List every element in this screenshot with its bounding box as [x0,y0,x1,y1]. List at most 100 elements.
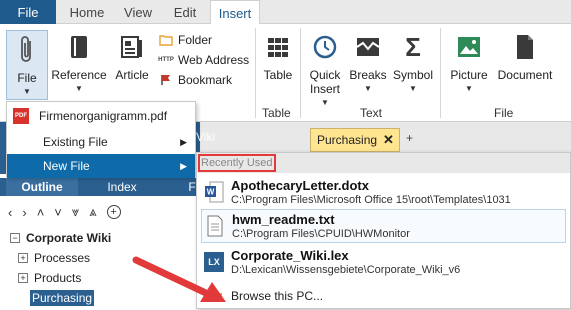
reference-button[interactable]: Reference ▼ [51,32,107,96]
tree-item-label: Purchasing [30,290,95,306]
table-button[interactable]: Table [260,32,296,82]
tree-item-label: Processes [34,251,91,265]
recent-file-name: Corporate_Wiki.lex [231,247,349,263]
chevron-down-icon: ▼ [321,98,329,107]
symbol-button-label: Symbol [392,68,433,82]
table-grid-icon [264,32,292,62]
picture-icon [455,32,483,62]
chevron-right-icon[interactable]: › [22,205,26,220]
chevron-down-icon[interactable]: ˅ [54,205,62,220]
sidebar-toolbar: ‹ › ˄ ˅ ⩔ ⩓ + [0,200,200,224]
document-button[interactable]: Document [496,32,554,82]
purchasing-tab-label: Purchasing [317,133,378,147]
table-button-label: Table [263,68,293,82]
tab-home[interactable]: Home [62,0,112,24]
recent-file-item[interactable]: LX Corporate_Wiki.lex D:\Lexican\Wissens… [201,245,566,279]
file-tab[interactable]: File [0,0,56,24]
breaks-button[interactable]: Breaks ▼ [348,32,388,96]
ribbon-separator [255,28,256,118]
quick-insert-label-2: Insert [309,82,340,96]
picture-button[interactable]: Picture ▼ [446,32,492,96]
close-icon[interactable]: ✕ [383,132,394,148]
tree-item-label: Corporate Wiki [26,231,112,245]
chevron-down-icon: ▼ [465,84,473,93]
bookmark-flag-icon [158,73,174,87]
tab-insert[interactable]: Insert [210,0,260,25]
article-button[interactable]: Article [110,32,154,82]
web-address-button-label: Web Address [178,53,250,67]
menu-item-label: Firmenorganigramm.pdf [39,109,168,123]
document-icon [511,32,539,62]
book-icon [65,32,93,62]
table-group-label: Table [262,106,291,120]
tree-item-corporate-wiki[interactable]: − Corporate Wiki [0,228,200,248]
browse-this-pc-button[interactable]: Browse this PC... [201,285,566,307]
tree-item-label: Products [34,271,82,285]
tab-purchasing[interactable]: Purchasing ✕ [310,128,400,152]
new-tab-button[interactable]: + [406,131,413,145]
http-icon: HTTP [158,57,174,63]
recent-file-item[interactable]: W ApothecaryLetter.dotx C:\Program Files… [201,175,566,209]
bookmark-button[interactable]: Bookmark [158,70,254,90]
picture-button-label: Picture [450,68,488,82]
folder-button-label: Folder [178,33,213,47]
paperclip-icon [13,35,41,65]
reference-button-label: Reference [51,68,107,82]
article-button-label: Article [115,68,149,82]
tab-view[interactable]: View [116,0,160,24]
ribbon-separator [440,28,441,118]
quick-insert-button[interactable]: Quick Insert ▼ [304,32,346,110]
article-icon [118,32,146,62]
breaks-button-label: Breaks [349,68,387,82]
menu-item-recent-pdf[interactable]: PDF Firmenorganigramm.pdf [7,104,195,128]
chevron-down-icon: ▼ [409,84,417,93]
chevron-down-icon: ▼ [75,84,83,93]
recent-file-path: C:\Program Files\Microsoft Office 15\roo… [231,193,511,206]
annotation-arrow [132,256,226,302]
file-insert-button[interactable]: File ▼ [6,30,48,100]
expand-icon[interactable]: + [18,253,28,263]
collapse-icon[interactable]: − [10,233,20,243]
expand-icon[interactable]: + [18,273,28,283]
document-button-label: Document [497,68,553,82]
menu-item-label: Existing File [43,135,108,149]
recent-file-name: hwm_readme.txt [232,211,335,227]
chevron-right-icon: ▶ [180,160,187,171]
collapse-all-icon[interactable]: ⩔ [72,204,79,220]
menu-item-label: New File [43,159,90,173]
chevron-down-icon: ▼ [23,87,31,96]
file-button-label: File [17,71,37,85]
annotation-highlight-box [198,154,276,172]
chevron-up-icon[interactable]: ˄ [37,205,45,220]
symbol-button[interactable]: Σ Symbol ▼ [392,32,434,96]
text-group-label: Text [360,106,383,120]
chevron-right-icon: ▶ [180,136,187,147]
new-file-submenu: Recently Used W ApothecaryLetter.dotx C:… [196,152,571,309]
folder-icon [158,33,174,47]
bookmark-button-label: Bookmark [178,73,233,87]
chevron-left-icon[interactable]: ‹ [8,205,12,220]
add-icon[interactable]: + [106,205,121,219]
recent-file-path: C:\Program Files\CPUID\HWMonitor [232,227,410,240]
sidebar-tabs: Outline Index F [0,178,200,196]
wiki-tab-fragment[interactable]: Viki [196,130,215,144]
recent-file-item[interactable]: hwm_readme.txt C:\Program Files\CPUID\HW… [201,209,566,243]
chevron-down-icon: ▼ [364,84,372,93]
clock-icon [311,32,339,62]
svg-text:W: W [207,188,215,197]
folder-button[interactable]: Folder [158,30,254,50]
browse-label: Browse this PC... [231,289,324,303]
tab-edit[interactable]: Edit [164,0,206,24]
ribbon-separator [300,28,301,118]
web-address-button[interactable]: HTTP Web Address [158,50,254,70]
menu-item-existing-file[interactable]: Existing File ▶ [7,130,195,154]
menu-item-new-file[interactable]: New File ▶ [7,154,195,178]
recent-file-path: D:\Lexican\Wissensgebiete\Corporate_Wiki… [231,263,461,276]
word-document-icon: W [203,180,225,204]
pdf-icon: PDF [13,108,29,124]
tab-outline[interactable]: Outline [6,178,78,196]
expand-all-icon[interactable]: ⩓ [89,204,96,220]
wave-break-icon [354,32,382,62]
file-group-label: File [494,106,514,120]
tab-index[interactable]: Index [84,178,160,196]
